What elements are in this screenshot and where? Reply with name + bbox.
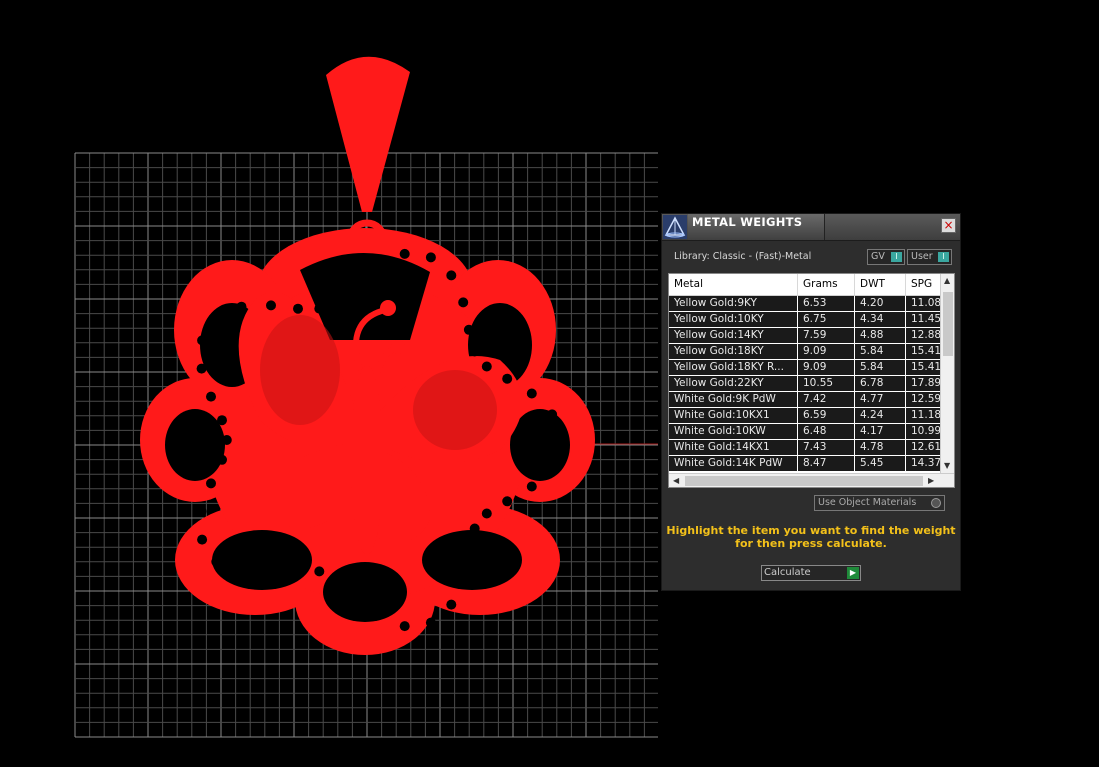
cell-metal: Yellow Gold:14KY: [669, 328, 798, 343]
use-object-materials-toggle[interactable]: Use Object Materials: [814, 495, 945, 511]
table-row[interactable]: Yellow Gold:14KY 7.59 4.88 12.88: [669, 328, 946, 344]
cell-metal: Yellow Gold:10KY: [669, 312, 798, 327]
cell-grams: 6.75: [798, 312, 855, 327]
play-arrow-icon: ▶: [847, 567, 859, 579]
user-toggle[interactable]: User I: [907, 249, 952, 265]
table-row[interactable]: Yellow Gold:22KY 10.55 6.78 17.89: [669, 376, 946, 392]
instruction-text: Highlight the item you want to find the …: [662, 524, 960, 550]
table-row[interactable]: White Gold:10KX1 6.59 4.24 11.18: [669, 408, 946, 424]
cell-metal: Yellow Gold:18KY R...: [669, 360, 798, 375]
scroll-down-icon[interactable]: ▼: [944, 461, 950, 470]
cell-metal: White Gold:14K PdW: [669, 456, 798, 471]
cell-metal: White Gold:9K PdW: [669, 392, 798, 407]
column-header-grams[interactable]: Grams: [798, 274, 855, 295]
horizontal-scrollbar[interactable]: ◀ ▶: [669, 473, 954, 487]
cell-dwt: 5.84: [855, 344, 906, 359]
gv-toggle-label: GV: [871, 251, 885, 262]
gv-toggle[interactable]: GV I: [867, 249, 905, 265]
radio-icon: [931, 498, 941, 508]
toggle-indicator-icon: I: [938, 252, 949, 262]
cell-dwt: 6.78: [855, 376, 906, 391]
cell-grams: 10.55: [798, 376, 855, 391]
cell-metal: White Gold:14KX1: [669, 440, 798, 455]
panel-title-tab: METAL WEIGHTS: [688, 214, 825, 240]
cell-grams: 7.42: [798, 392, 855, 407]
horizontal-scroll-thumb[interactable]: [685, 476, 923, 486]
panel-titlebar[interactable]: METAL WEIGHTS ×: [662, 214, 960, 241]
cell-grams: 7.43: [798, 440, 855, 455]
pyramid-logo-icon: [663, 215, 687, 239]
table-row[interactable]: White Gold:9K PdW 7.42 4.77 12.59: [669, 392, 946, 408]
cell-grams: 6.48: [798, 424, 855, 439]
cell-dwt: 4.24: [855, 408, 906, 423]
table-row[interactable]: Yellow Gold:10KY 6.75 4.34 11.45: [669, 312, 946, 328]
instruction-line-2: for then press calculate.: [735, 537, 887, 550]
table-body: Yellow Gold:9KY 6.53 4.20 11.08 Yellow Gold:…: [669, 296, 946, 472]
cell-dwt: 4.78: [855, 440, 906, 455]
cell-grams: 8.47: [798, 456, 855, 471]
cell-metal: Yellow Gold:18KY: [669, 344, 798, 359]
cell-dwt: 5.45: [855, 456, 906, 471]
cell-grams: 6.53: [798, 296, 855, 311]
table-row[interactable]: Yellow Gold:9KY 6.53 4.20 11.08: [669, 296, 946, 312]
scroll-right-icon[interactable]: ▶: [928, 476, 934, 485]
column-header-metal[interactable]: Metal: [669, 274, 798, 295]
cell-metal: White Gold:10KX1: [669, 408, 798, 423]
vertical-scroll-thumb[interactable]: [943, 292, 953, 356]
scroll-up-icon[interactable]: ▲: [944, 276, 950, 285]
calculate-label: Calculate: [764, 567, 811, 578]
scroll-left-icon[interactable]: ◀: [673, 476, 679, 485]
table-row[interactable]: Yellow Gold:18KY R... 9.09 5.84 15.41: [669, 360, 946, 376]
toggle-indicator-icon: I: [891, 252, 902, 262]
column-header-dwt[interactable]: DWT: [855, 274, 906, 295]
table-header: Metal Grams DWT SPG: [669, 274, 946, 296]
vertical-scrollbar[interactable]: ▲ ▼: [940, 274, 954, 473]
library-label: Library: Classic - (Fast)-Metal: [674, 251, 812, 262]
table-row[interactable]: White Gold:14KX1 7.43 4.78 12.61: [669, 440, 946, 456]
cell-grams: 9.09: [798, 344, 855, 359]
cell-grams: 7.59: [798, 328, 855, 343]
user-toggle-label: User: [911, 251, 933, 262]
table-row[interactable]: White Gold:14K PdW 8.47 5.45 14.37: [669, 456, 946, 472]
jewelry-pendant-model[interactable]: [140, 56, 595, 655]
cell-dwt: 4.88: [855, 328, 906, 343]
close-icon[interactable]: ×: [941, 218, 956, 233]
cell-metal: White Gold:10KW: [669, 424, 798, 439]
table-row[interactable]: Yellow Gold:18KY 9.09 5.84 15.41: [669, 344, 946, 360]
metal-weights-panel: METAL WEIGHTS × Library: Classic - (Fast…: [661, 213, 961, 591]
cell-grams: 9.09: [798, 360, 855, 375]
instruction-line-1: Highlight the item you want to find the …: [666, 524, 956, 537]
cell-dwt: 4.17: [855, 424, 906, 439]
table-row[interactable]: White Gold:10KW 6.48 4.17 10.99: [669, 424, 946, 440]
cell-dwt: 4.20: [855, 296, 906, 311]
cell-dwt: 4.34: [855, 312, 906, 327]
metal-weights-table: Metal Grams DWT SPG Yellow Gold:9KY 6.53 4…: [668, 273, 955, 488]
panel-title: METAL WEIGHTS: [692, 215, 803, 229]
cell-metal: Yellow Gold:22KY: [669, 376, 798, 391]
cell-grams: 6.59: [798, 408, 855, 423]
cell-dwt: 5.84: [855, 360, 906, 375]
cell-dwt: 4.77: [855, 392, 906, 407]
calculate-button[interactable]: Calculate ▶: [761, 565, 861, 581]
use-object-materials-label: Use Object Materials: [818, 497, 917, 508]
cell-metal: Yellow Gold:9KY: [669, 296, 798, 311]
